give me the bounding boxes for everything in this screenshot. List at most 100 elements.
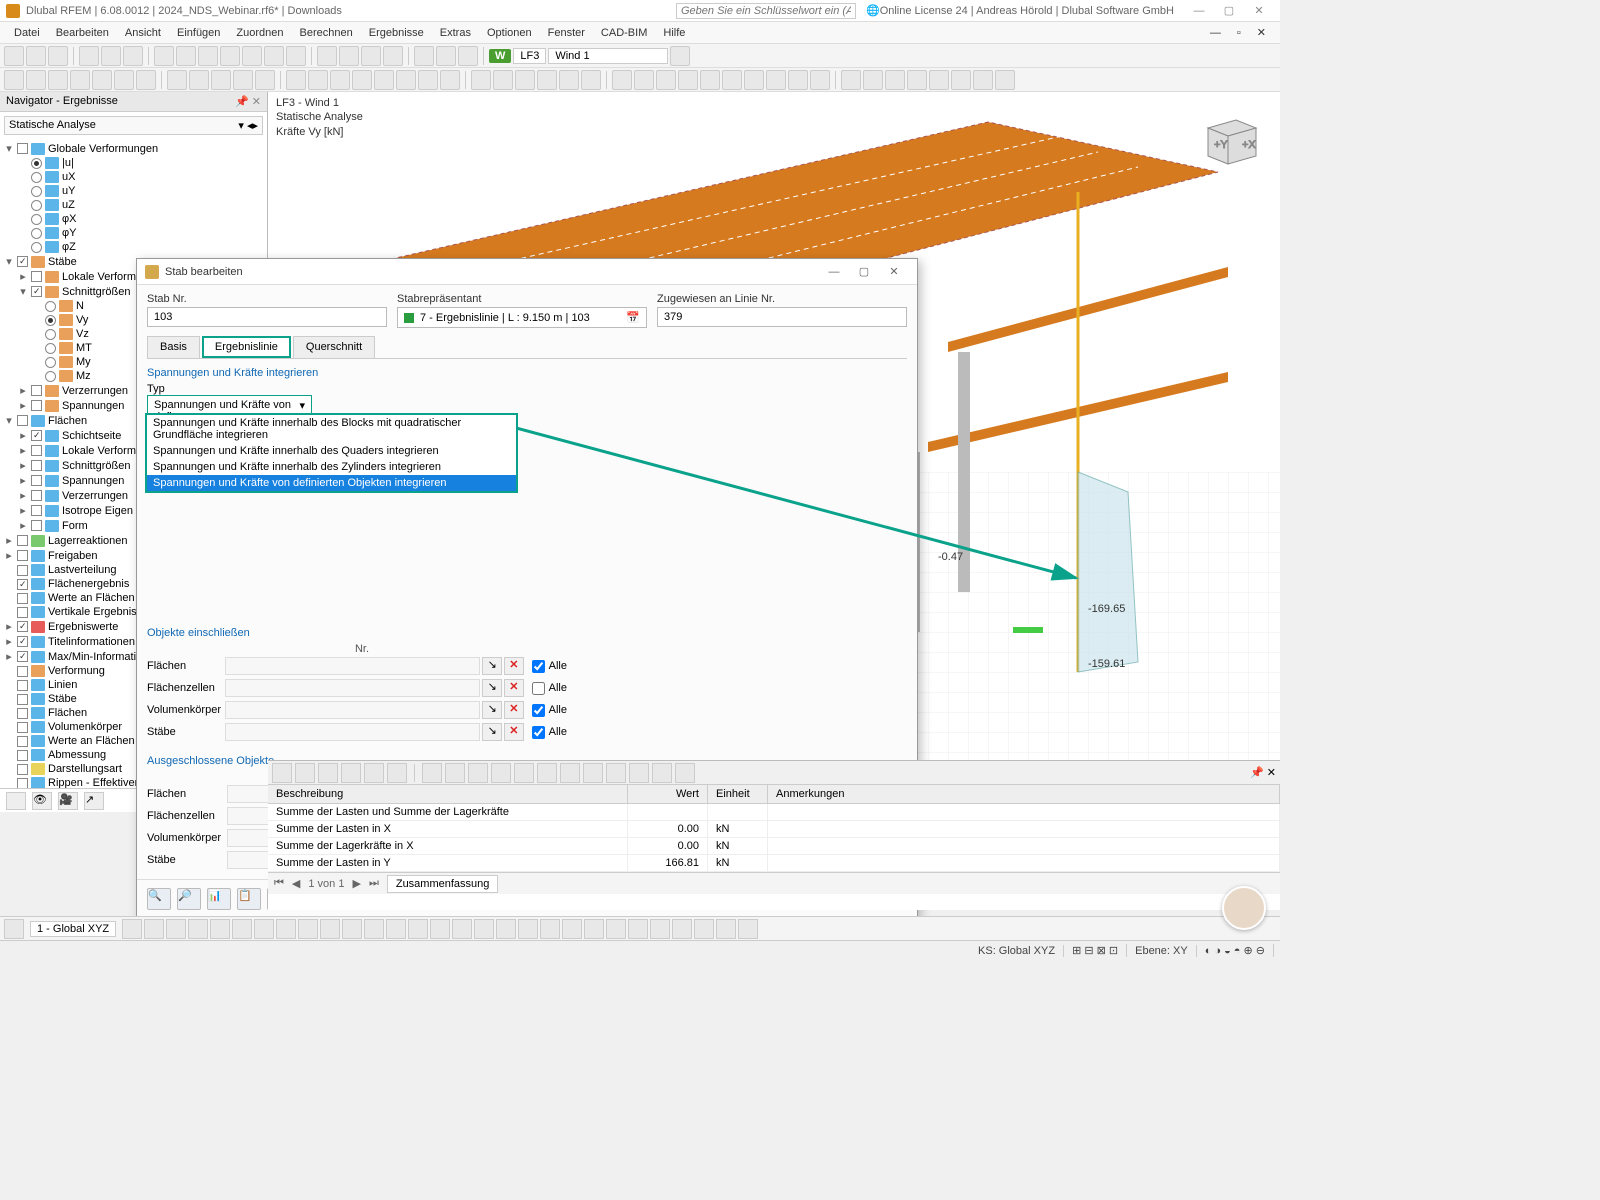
checkbox[interactable] [31,460,42,471]
tree-item[interactable]: uX [4,170,263,184]
lb-12[interactable] [342,919,362,939]
tb2-41[interactable] [929,70,949,90]
row-input[interactable] [225,679,480,697]
lb-15[interactable] [408,919,428,939]
w-badge[interactable]: W [489,49,511,63]
tree-item[interactable]: ▾Globale Verformungen [4,141,263,156]
tt-11[interactable] [514,763,534,783]
status-grid-icon[interactable]: ⊞ ⊟ ⊠ ⊡ [1064,944,1127,957]
tb2-24[interactable] [537,70,557,90]
radio[interactable] [31,214,42,225]
row-input[interactable] [225,701,480,719]
radio[interactable] [31,228,42,239]
doc-restore[interactable]: ▫ [1229,27,1249,39]
footer-btn-2[interactable]: 🔎 [177,888,201,910]
tb-c[interactable] [198,46,218,66]
radio[interactable] [45,343,56,354]
lb-19[interactable] [496,919,516,939]
row-input[interactable] [225,723,480,741]
tb2-40[interactable] [907,70,927,90]
tt-7[interactable] [422,763,442,783]
pin-icon[interactable]: 📌 ✕ [235,95,261,108]
checkbox[interactable] [17,636,28,647]
tree-item[interactable]: φX [4,212,263,226]
checkbox[interactable] [31,505,42,516]
tb-save[interactable] [48,46,68,66]
menu-ansicht[interactable]: Ansicht [117,27,169,39]
checkbox[interactable] [17,750,28,761]
cs-select[interactable]: 1 - Global XYZ [30,921,116,937]
checkbox[interactable] [17,607,28,618]
tb-g[interactable] [286,46,306,66]
tb2-23[interactable] [515,70,535,90]
stab-nr-input[interactable]: 103 [147,307,387,327]
alle-checkbox[interactable] [532,682,545,695]
user-avatar[interactable] [1222,886,1266,930]
nav-tab-4[interactable]: ↗ [84,792,104,810]
tb2-25[interactable] [559,70,579,90]
lb-11[interactable] [320,919,340,939]
tb2-1[interactable] [4,70,24,90]
radio[interactable] [31,242,42,253]
radio[interactable] [45,329,56,340]
menu-ergebnisse[interactable]: Ergebnisse [361,27,432,39]
tb2-2[interactable] [26,70,46,90]
pick-icon[interactable]: ↘ [482,679,502,697]
tb2-9[interactable] [189,70,209,90]
lb-20[interactable] [518,919,538,939]
tb2-31[interactable] [700,70,720,90]
checkbox[interactable] [17,651,28,662]
doc-close[interactable]: ✕ [1249,26,1274,39]
lb-7[interactable] [232,919,252,939]
clear-icon[interactable]: ✕ [504,657,524,675]
tt-5[interactable] [364,763,384,783]
nav-tab-2[interactable]: 👁 [32,792,52,810]
table-row[interactable]: Summe der Lasten in Y166.81kN [268,855,1280,872]
checkbox[interactable] [17,415,28,426]
tb-a[interactable] [154,46,174,66]
table-row[interactable]: Summe der Lasten und Summe der Lagerkräf… [268,804,1280,821]
tab-querschnitt[interactable]: Querschnitt [293,336,375,358]
pick-icon[interactable]: ↘ [482,723,502,741]
tb2-38[interactable] [863,70,883,90]
dialog-maximize[interactable]: ▢ [849,265,879,278]
lb-29[interactable] [716,919,736,939]
radio[interactable] [31,172,42,183]
table-row[interactable]: Summe der Lasten in X0.00kN [268,821,1280,838]
tb2-30[interactable] [678,70,698,90]
tb2-22[interactable] [493,70,513,90]
clear-icon[interactable]: ✕ [504,701,524,719]
menu-hilfe[interactable]: Hilfe [655,27,693,39]
tb2-26[interactable] [581,70,601,90]
tb2-15[interactable] [330,70,350,90]
checkbox[interactable] [31,475,42,486]
repr-input[interactable]: 7 - Ergebnislinie | L : 9.150 m | 103📅 [397,307,647,328]
lb-2[interactable] [122,919,142,939]
maximize-button[interactable]: ▢ [1214,4,1244,17]
tt-17[interactable] [652,763,672,783]
tb2-8[interactable] [167,70,187,90]
status-icons[interactable]: ◐ ◑ ◒ ◓ ⊕ ⊖ [1197,944,1274,957]
analysis-combo[interactable]: Statische Analyse ▾ ◂▸ [4,116,263,135]
alle-checkbox[interactable] [532,704,545,717]
tb2-43[interactable] [973,70,993,90]
linie-input[interactable]: 379 [657,307,907,327]
pager-last[interactable]: ⏭ [369,877,379,890]
tree-item[interactable]: uZ [4,198,263,212]
checkbox[interactable] [17,621,28,632]
dialog-minimize[interactable]: — [819,266,849,278]
close-button[interactable]: ✕ [1244,4,1274,17]
lb-1[interactable] [4,919,24,939]
tb2-32[interactable] [722,70,742,90]
menu-einfuegen[interactable]: Einfügen [169,27,228,39]
checkbox[interactable] [31,520,42,531]
lb-25[interactable] [628,919,648,939]
tb2-39[interactable] [885,70,905,90]
lb-24[interactable] [606,919,626,939]
tb2-21[interactable] [471,70,491,90]
lb-10[interactable] [298,919,318,939]
lb-28[interactable] [694,919,714,939]
tb-d[interactable] [220,46,240,66]
doc-minimize[interactable]: — [1202,27,1229,39]
lb-22[interactable] [562,919,582,939]
